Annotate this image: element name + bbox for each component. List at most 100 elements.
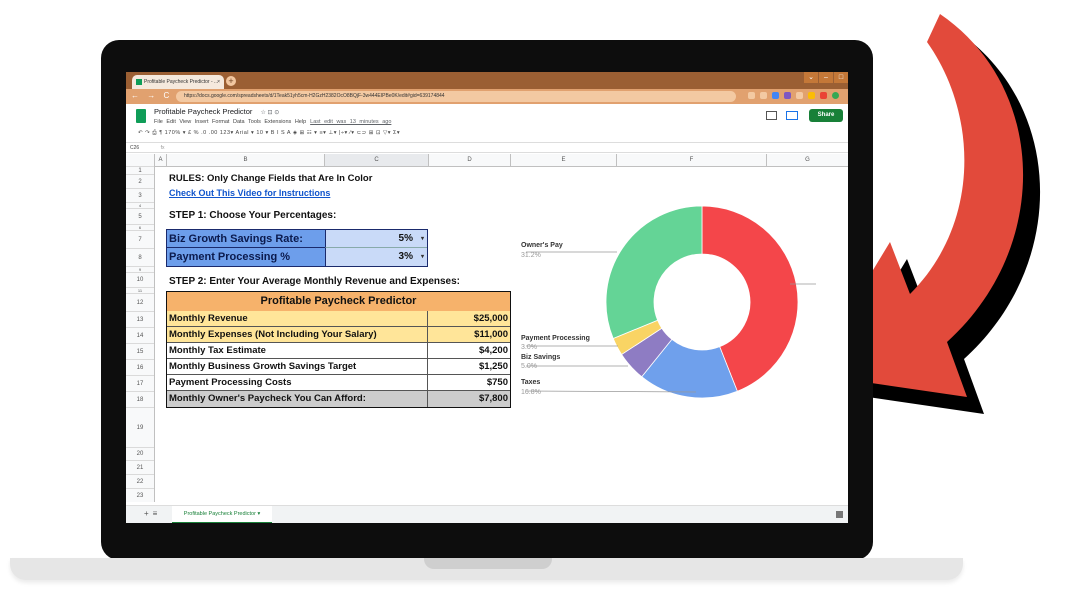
column-header[interactable]: F — [616, 154, 766, 166]
row-header[interactable]: 23 — [126, 488, 154, 502]
document-title[interactable]: Profitable Paycheck Predictor — [154, 107, 252, 116]
row-value: $1,250 — [478, 361, 508, 372]
column-header[interactable]: C — [324, 154, 428, 166]
extension-icon[interactable] — [796, 92, 803, 99]
formula-bar: C26 fx — [126, 142, 848, 153]
browser-tab-bar: Profitable Paycheck Predictor - ... × + … — [126, 72, 848, 89]
chart-value-payment-processing: 3.0% — [521, 344, 537, 351]
row-header[interactable]: 10 — [126, 272, 154, 287]
sheets-favicon-icon — [136, 78, 142, 85]
chart-value-taxes: 16.8% — [521, 389, 541, 396]
row-header[interactable]: 17 — [126, 375, 154, 391]
row-header[interactable]: 21 — [126, 460, 154, 474]
row-header[interactable]: 16 — [126, 359, 154, 375]
row-value[interactable]: $11,000 — [474, 327, 508, 343]
processing-label: Payment Processing % — [167, 248, 325, 266]
chevron-down-icon[interactable]: ▾ — [421, 230, 424, 248]
row-label: Monthly Tax Estimate — [169, 345, 266, 356]
row-header[interactable]: 1 — [126, 166, 154, 174]
all-sheets-button[interactable]: ≡ — [153, 509, 162, 518]
row-header[interactable]: 18 — [126, 391, 154, 407]
bookmark-icon[interactable] — [748, 92, 755, 99]
minimize-chevron-icon[interactable]: ⌄ — [804, 72, 818, 83]
comment-icon[interactable] — [766, 111, 777, 120]
chart-value-biz-savings: 5.0% — [521, 363, 537, 370]
title-icons[interactable]: ☆ ⊡ ⊙ — [260, 110, 279, 116]
table-row[interactable]: Monthly Expenses (Not Including Your Sal… — [167, 327, 510, 343]
processing-value[interactable]: 3% — [399, 251, 413, 262]
laptop-notch — [424, 558, 552, 569]
instructions-video-link[interactable]: Check Out This Video for Instructions — [169, 188, 330, 198]
percentages-table: Biz Growth Savings Rate: 5% ▾ Payment Pr… — [166, 229, 428, 267]
column-header[interactable]: A — [154, 154, 166, 166]
extension-icon[interactable] — [808, 92, 815, 99]
row-value: $4,200 — [478, 345, 508, 356]
predictor-table-title: Profitable Paycheck Predictor — [167, 292, 510, 312]
profile-avatar[interactable] — [832, 92, 839, 99]
row-value[interactable]: $25,000 — [474, 311, 508, 327]
column-header[interactable]: B — [166, 154, 324, 166]
row-label: Monthly Expenses (Not Including Your Sal… — [169, 329, 377, 340]
table-row: Monthly Tax Estimate $4,200 — [167, 343, 510, 359]
rules-text: RULES: Only Change Fields that Are In Co… — [169, 173, 373, 184]
extension-icon[interactable] — [760, 92, 767, 99]
extension-icon[interactable] — [820, 92, 827, 99]
row-header[interactable]: 3 — [126, 188, 154, 202]
row-header[interactable]: 8 — [126, 248, 154, 266]
row-header[interactable]: 20 — [126, 447, 154, 460]
share-button[interactable]: Share — [809, 109, 843, 122]
extension-icon[interactable] — [772, 92, 779, 99]
table-row: Monthly Business Growth Savings Target $… — [167, 359, 510, 375]
step2-heading: STEP 2: Enter Your Average Monthly Reven… — [169, 276, 461, 287]
row-header[interactable]: 14 — [126, 327, 154, 343]
table-row[interactable]: Monthly Revenue $25,000 — [167, 311, 510, 327]
last-edit-link[interactable]: Last edit was 13 minutes ago — [310, 119, 391, 125]
chart-label-owners-pay: Owner's Pay — [521, 242, 563, 249]
row-label: Monthly Business Growth Savings Target — [169, 361, 357, 372]
row-header[interactable]: 15 — [126, 343, 154, 359]
row-header[interactable]: 22 — [126, 474, 154, 488]
row-label: Payment Processing Costs — [169, 377, 292, 388]
growth-rate-select[interactable]: 5% ▾ — [325, 230, 427, 248]
tab-close-icon[interactable]: × — [217, 75, 220, 89]
minimize-button[interactable]: – — [819, 72, 833, 83]
chart-value-owners-pay: 31.2% — [521, 252, 541, 259]
sheet-tab[interactable]: Profitable Paycheck Predictor ▾ — [172, 506, 272, 523]
formatting-toolbar[interactable]: ↶ ↷ ⎙ ¶ 170% ▾ £ % .0 .00 123▾ Arial ▾ 1… — [138, 130, 400, 137]
row-header[interactable]: 5 — [126, 208, 154, 224]
row-header[interactable]: 19 — [126, 407, 154, 447]
column-header[interactable]: G — [766, 154, 848, 166]
explore-icon[interactable] — [836, 511, 843, 518]
row-header[interactable]: 7 — [126, 230, 154, 248]
add-sheet-button[interactable]: + — [144, 509, 153, 518]
row-label: Monthly Revenue — [169, 313, 248, 324]
growth-rate-value[interactable]: 5% — [399, 233, 413, 244]
chart-label-taxes: Taxes — [521, 379, 541, 386]
processing-select[interactable]: 3% ▾ — [325, 248, 427, 266]
url-input[interactable]: https://docs.google.com/spreadsheets/d/1… — [176, 91, 736, 102]
column-header[interactable]: E — [510, 154, 616, 166]
growth-rate-label: Biz Growth Savings Rate: — [167, 230, 325, 248]
chart-label-payment-processing: Payment Processing — [521, 335, 590, 342]
chart-leader-lines — [525, 251, 816, 393]
chevron-down-icon[interactable]: ▾ — [421, 248, 424, 266]
extension-icon[interactable] — [784, 92, 791, 99]
row-header[interactable]: 13 — [126, 311, 154, 327]
new-tab-button[interactable]: + — [226, 76, 236, 86]
cell-reference[interactable]: C26 — [130, 145, 139, 151]
row-header[interactable]: 2 — [126, 174, 154, 188]
column-header[interactable]: D — [428, 154, 510, 166]
sheets-logo-icon[interactable] — [136, 109, 146, 123]
row-label: Monthly Owner's Paycheck You Can Afford: — [169, 393, 366, 404]
browser-tab[interactable]: Profitable Paycheck Predictor - ... × — [132, 75, 224, 89]
maximize-button[interactable]: □ — [834, 72, 848, 83]
present-icon[interactable] — [786, 111, 798, 120]
browser-address-bar: ← → C ⌂ https://docs.google.com/spreadsh… — [126, 89, 848, 104]
row-header-column: 1 2 3 4 5 6 7 8 9 10 11 12 13 14 15 16 1… — [126, 166, 155, 502]
menu-bar[interactable]: File Edit View Insert Format Data Tools … — [154, 119, 306, 125]
row-value: $7,800 — [478, 393, 508, 404]
row-header[interactable]: 12 — [126, 293, 154, 311]
laptop-screen: Profitable Paycheck Predictor - ... × + … — [126, 72, 848, 523]
column-header-row: A B C D E F G — [126, 154, 848, 167]
fx-icon: fx — [160, 145, 165, 151]
